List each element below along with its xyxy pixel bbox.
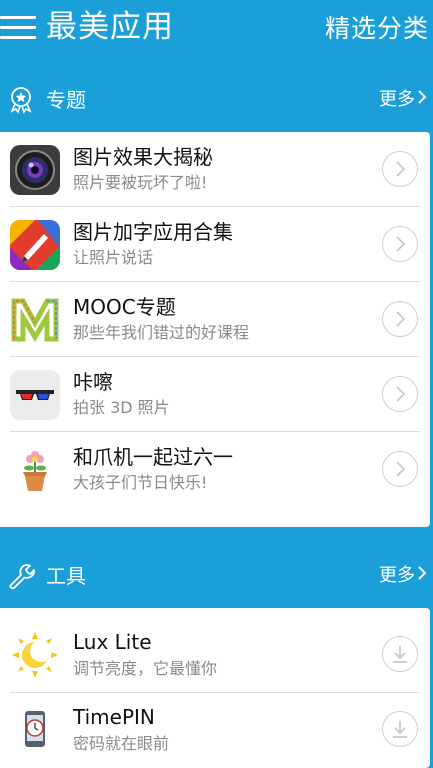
featured-categories-button[interactable]: 精选分类 [325, 12, 429, 46]
topics-section-header: 专题 更多 [0, 78, 433, 122]
more-label: 更多 [379, 565, 415, 586]
list-item[interactable]: 图片加字应用合集 让照片说话 [0, 207, 430, 282]
chevron-right-icon [396, 236, 406, 252]
tools-section-title: 工具 [46, 564, 86, 588]
download-button[interactable] [382, 711, 418, 747]
chevron-right-icon [417, 564, 427, 588]
topics-more-link[interactable]: 更多 [379, 88, 427, 112]
open-button[interactable] [382, 151, 418, 187]
flower-pot-icon [10, 445, 60, 495]
item-subtitle: 那些年我们错过的好课程 [73, 323, 250, 342]
list-item[interactable]: 和爪机一起过六一 大孩子们节日快乐! [0, 432, 430, 507]
item-title: MOOC专题 [73, 295, 176, 319]
top-bar: 最美应用 精选分类 [0, 0, 433, 58]
chevron-right-icon [396, 311, 406, 327]
open-button[interactable] [382, 376, 418, 412]
item-subtitle: 密码就在眼前 [73, 734, 170, 753]
chevron-right-icon [396, 386, 406, 402]
open-button[interactable] [382, 226, 418, 262]
camera-lens-icon [10, 145, 60, 195]
download-icon [393, 646, 407, 663]
sun-moon-icon [10, 630, 60, 680]
topics-section-title: 专题 [46, 88, 86, 112]
item-title: 图片效果大揭秘 [73, 145, 213, 169]
list-item[interactable]: 图片效果大揭秘 照片要被玩坏了啦! [0, 132, 430, 207]
chevron-right-icon [396, 161, 406, 177]
tools-more-link[interactable]: 更多 [379, 564, 427, 588]
item-subtitle: 让照片说话 [73, 248, 154, 267]
download-icon [393, 721, 407, 738]
open-button[interactable] [382, 451, 418, 487]
item-title: Lux Lite [73, 630, 152, 654]
mooc-letter-icon [10, 295, 60, 345]
wrench-icon [6, 561, 36, 591]
item-title: TimePIN [73, 705, 155, 729]
tools-section-header: 工具 更多 [0, 554, 433, 598]
chevron-right-icon [417, 88, 427, 112]
item-title: 和爪机一起过六一 [73, 445, 233, 469]
badge-star-icon [6, 85, 36, 115]
list-item[interactable]: 咔嚓 拍张 3D 照片 [0, 357, 430, 432]
menu-icon[interactable] [0, 12, 38, 44]
list-item[interactable]: TimePIN 密码就在眼前 [0, 693, 430, 768]
open-button[interactable] [382, 301, 418, 337]
item-subtitle: 大孩子们节日快乐! [73, 473, 208, 492]
item-title: 咔嚓 [73, 370, 113, 394]
item-subtitle: 拍张 3D 照片 [73, 398, 170, 417]
item-subtitle: 调节亮度，它最懂你 [73, 659, 218, 678]
chevron-right-icon [396, 461, 406, 477]
more-label: 更多 [379, 89, 415, 110]
list-item[interactable]: MOOC专题 那些年我们错过的好课程 [0, 282, 430, 357]
topics-card: 图片效果大揭秘 照片要被玩坏了啦! 图片加字应用合集 让照片说话 MOOC专题 … [0, 132, 430, 527]
app-title: 最美应用 [46, 9, 174, 45]
3d-glasses-icon [10, 370, 60, 420]
item-title: 图片加字应用合集 [73, 220, 233, 244]
download-button[interactable] [382, 636, 418, 672]
item-subtitle: 照片要被玩坏了啦! [73, 173, 208, 192]
tools-card: Lux Lite 调节亮度，它最懂你 TimePIN 密码就在眼前 [0, 608, 430, 768]
list-item[interactable]: Lux Lite 调节亮度，它最懂你 [0, 608, 430, 693]
pen-colorful-icon [10, 220, 60, 270]
